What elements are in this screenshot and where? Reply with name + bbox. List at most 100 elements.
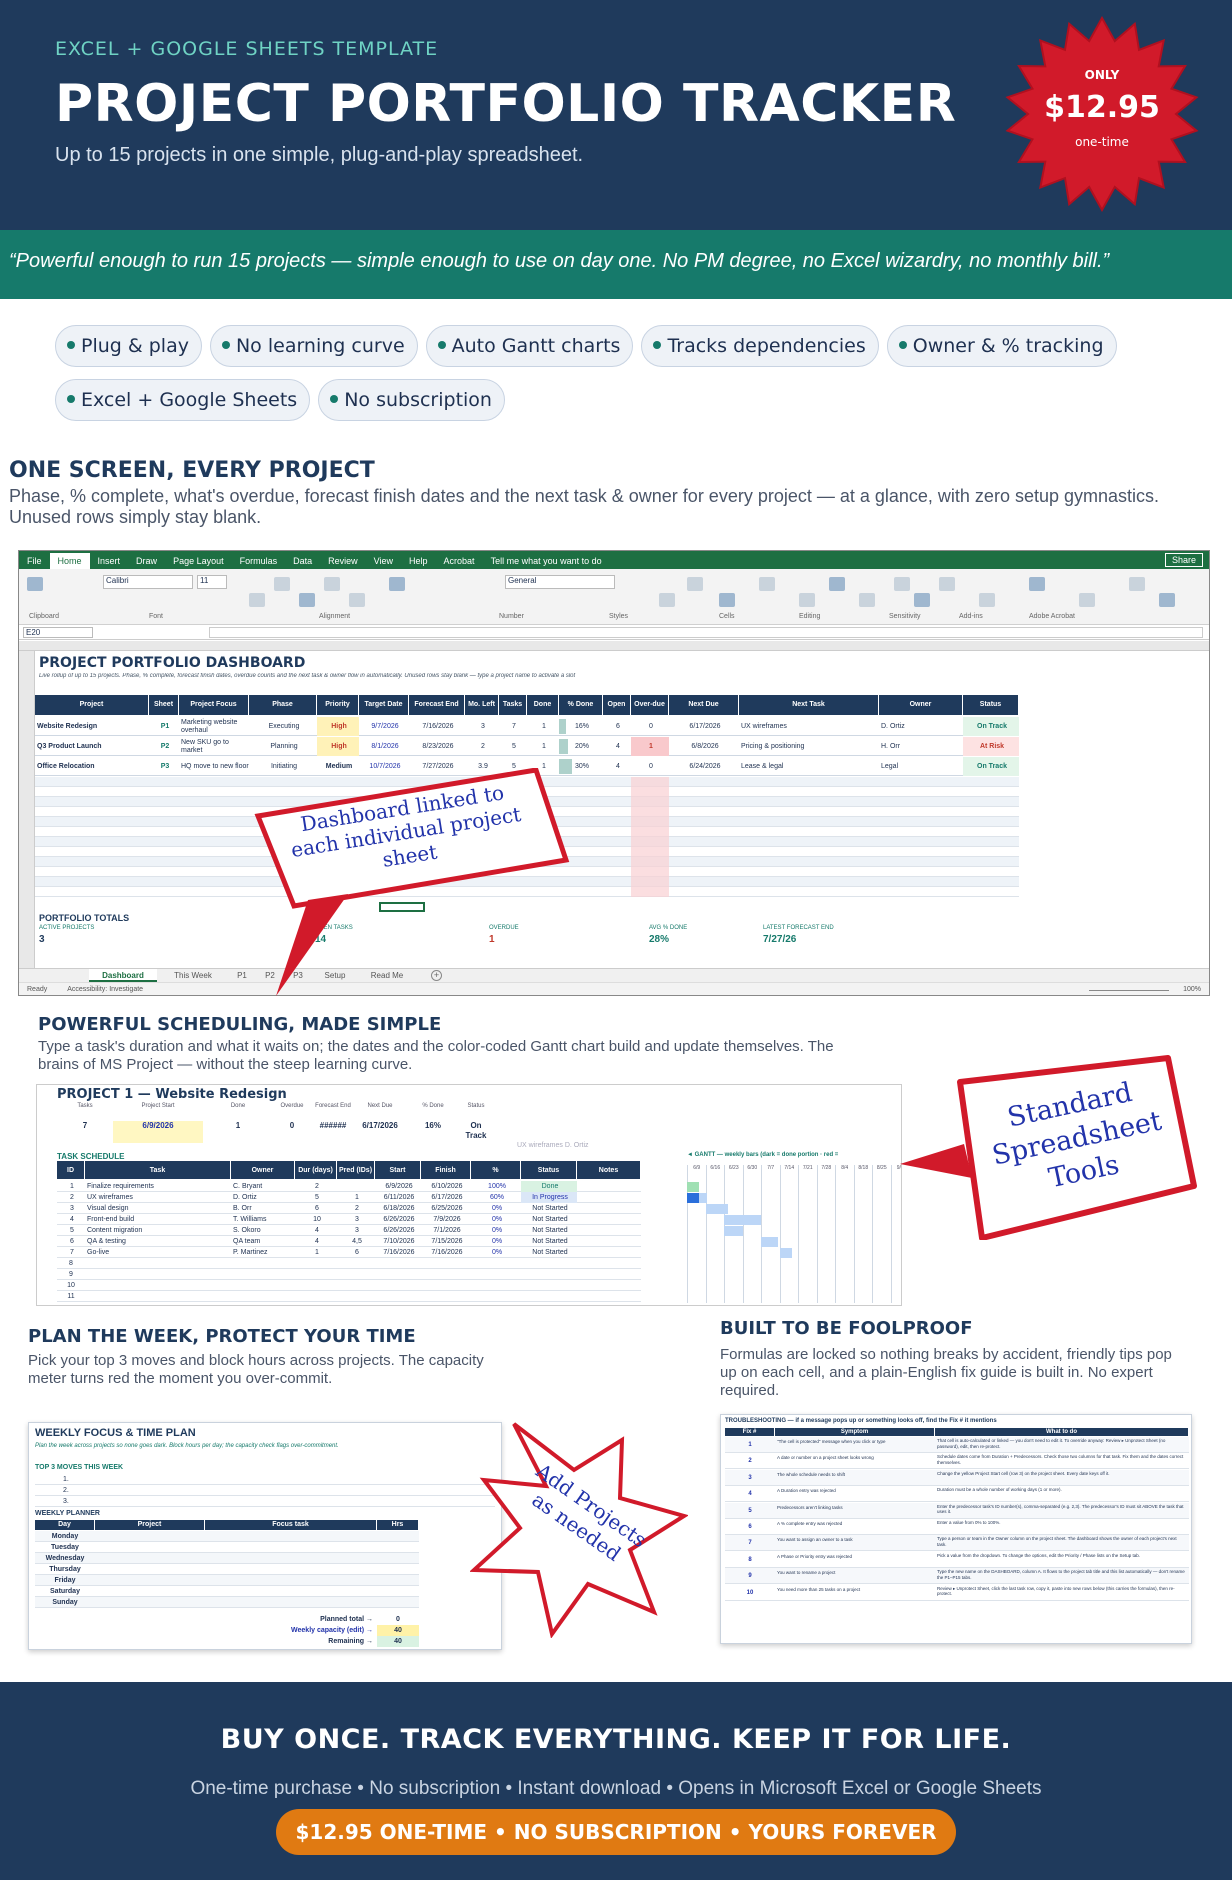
ribbon-button-icon[interactable]	[799, 593, 815, 607]
ribbon-tab-11[interactable]: Tell me what you want to do	[483, 553, 610, 569]
table-cell: 6/8/2026	[691, 742, 719, 750]
hero-banner: EXCEL + GOOGLE SHEETS TEMPLATE PROJECT P…	[0, 0, 1232, 230]
ribbon-tab-3[interactable]: Draw	[128, 553, 165, 569]
ribbon-tab-1[interactable]: Home	[49, 553, 90, 569]
header-cell: Done	[527, 695, 559, 715]
summary-value: 6/17/2026	[362, 1121, 398, 1130]
table-cell: On Track	[963, 757, 1019, 776]
ribbon-tab-0[interactable]: File	[19, 553, 50, 569]
sheet-tab-dashboard[interactable]: Dashboard	[89, 969, 157, 982]
ribbon-button-icon[interactable]	[759, 577, 775, 591]
task-cell: Finalize requirements	[87, 1183, 154, 1190]
percent-done-bar	[559, 719, 567, 734]
planner-total-label: Remaining →	[328, 1638, 373, 1645]
section3-title: PLAN THE WEEK, PROTECT YOUR TIME	[28, 1326, 416, 1347]
trouble-title: TROUBLESHOOTING — if a message pops up o…	[725, 1418, 997, 1424]
task-row: 7 Go-live P. Martinez 1 6 7/16/2026 7/16/2026 0…	[57, 1247, 641, 1258]
fix-number: 7	[748, 1540, 752, 1547]
ribbon-button-icon[interactable]	[979, 593, 995, 607]
empty-task-row: 11	[57, 1291, 641, 1302]
ribbon-button-icon[interactable]	[27, 577, 43, 591]
dot-icon	[67, 394, 75, 403]
ribbon-button-icon[interactable]	[274, 577, 290, 591]
task-cell: QA team	[233, 1238, 261, 1245]
ribbon-button-icon[interactable]	[1129, 577, 1145, 591]
header-cell: Next Task	[739, 695, 879, 715]
table-cell: P2	[160, 742, 170, 750]
ribbon-tab-8[interactable]: View	[366, 553, 401, 569]
table-cell: Pricing & positioning	[741, 742, 805, 750]
ribbon-button-icon[interactable]	[249, 593, 265, 607]
planner-label: WEEKLY PLANNER	[35, 1510, 100, 1517]
ribbon-tab-5[interactable]: Formulas	[232, 553, 286, 569]
table-cell: High	[317, 737, 359, 756]
callout-standard-tools: Standard Spreadsheet Tools	[898, 1052, 1204, 1241]
ribbon-button-icon[interactable]	[859, 593, 875, 607]
share-button[interactable]: Share	[1164, 553, 1203, 567]
task-cell: 3	[70, 1205, 74, 1212]
cta-footer: BUY ONCE. TRACK EVERYTHING. KEEP IT FOR …	[0, 1682, 1232, 1880]
gantt-bar	[724, 1215, 761, 1225]
number-format-box[interactable]: General	[505, 575, 615, 589]
ribbon-button-icon[interactable]	[349, 593, 365, 607]
task-cell: Done	[521, 1181, 577, 1192]
ribbon-tab-4[interactable]: Page Layout	[165, 553, 232, 569]
ribbon-button-icon[interactable]	[719, 593, 735, 607]
task-cell: 60%	[489, 1194, 504, 1201]
ribbon-button-icon[interactable]	[939, 577, 955, 591]
ribbon-button-icon[interactable]	[299, 593, 315, 607]
ribbon-button-icon[interactable]	[914, 593, 930, 607]
empty-task-row: 8	[57, 1258, 641, 1269]
table-cell: 9/7/2026	[371, 722, 399, 730]
table-cell: 3	[481, 722, 485, 730]
ribbon-tab-6[interactable]: Data	[285, 553, 320, 569]
symptom-cell: You want to assign an owner to a task	[777, 1537, 853, 1543]
ribbon-button-icon[interactable]	[1159, 593, 1175, 607]
ribbon-button-icon[interactable]	[1079, 593, 1095, 607]
ribbon-tab-2[interactable]: Insert	[90, 553, 129, 569]
ribbon-button-icon[interactable]	[687, 577, 703, 591]
task-header-cell: Task	[85, 1161, 231, 1179]
summary-label: Done	[230, 1103, 246, 1109]
task-row: 3 Visual design B. Orr 6 2 6/18/2026 6/25/2026…	[57, 1203, 641, 1214]
planner-day: Thursday	[49, 1566, 81, 1573]
section2-text: Type a task's duration and what it waits…	[38, 1038, 834, 1073]
dot-icon	[330, 394, 339, 403]
ribbon-button-icon[interactable]	[894, 577, 910, 591]
fix-cell: That cell is auto-calculated or linked —…	[937, 1438, 1166, 1449]
zoom-slider[interactable]	[1089, 990, 1169, 991]
task-header-cell: ID	[57, 1161, 85, 1179]
ribbon-button-icon[interactable]	[389, 577, 405, 591]
formula-input[interactable]	[209, 627, 1203, 638]
table-cell: 1	[542, 722, 546, 730]
ribbon-tab-9[interactable]: Help	[401, 553, 436, 569]
table-cell: P3	[160, 762, 170, 770]
font-size-box[interactable]: 11	[197, 575, 227, 589]
task-cell: 100%	[488, 1183, 506, 1190]
task-cell: 7/15/2026	[431, 1238, 463, 1245]
table-cell: High	[317, 717, 359, 736]
pill: No learning curve	[209, 325, 418, 367]
name-box[interactable]: E20	[23, 627, 93, 638]
buy-button[interactable]: $12.95 ONE-TIME • NO SUBSCRIPTION • YOUR…	[276, 1809, 956, 1855]
accessibility-status[interactable]: Accessibility: Investigate	[67, 986, 143, 993]
sheet-tabs: Dashboard This Week P1 P2 P3 Setup Read Me +	[19, 968, 1209, 982]
font-name-box[interactable]: Calibri	[103, 575, 193, 589]
total-label: ACTIVE PROJECTS	[39, 925, 95, 931]
table-cell: 6	[616, 722, 620, 730]
ribbon-button-icon[interactable]	[829, 577, 845, 591]
sheet-tab-this-week[interactable]: This Week	[159, 969, 227, 982]
ribbon-button-icon[interactable]	[324, 577, 340, 591]
ribbon-button-icon[interactable]	[659, 593, 675, 607]
summary-label: Status	[467, 1103, 485, 1109]
ribbon-group-label: Adobe Acrobat	[1029, 613, 1075, 620]
ribbon-tab-10[interactable]: Acrobat	[436, 553, 483, 569]
table-cell: Website Redesign	[37, 722, 98, 730]
header-cell: Sheet	[149, 695, 179, 715]
gantt-date: 7/28	[816, 1165, 836, 1303]
zoom-level[interactable]: 100%	[1183, 983, 1201, 995]
gantt-date: 8/18	[853, 1165, 873, 1303]
ribbon-button-icon[interactable]	[1029, 577, 1045, 591]
callout-add-projects: Add Projects as needed	[469, 1420, 689, 1639]
ribbon-tab-7[interactable]: Review	[320, 553, 366, 569]
